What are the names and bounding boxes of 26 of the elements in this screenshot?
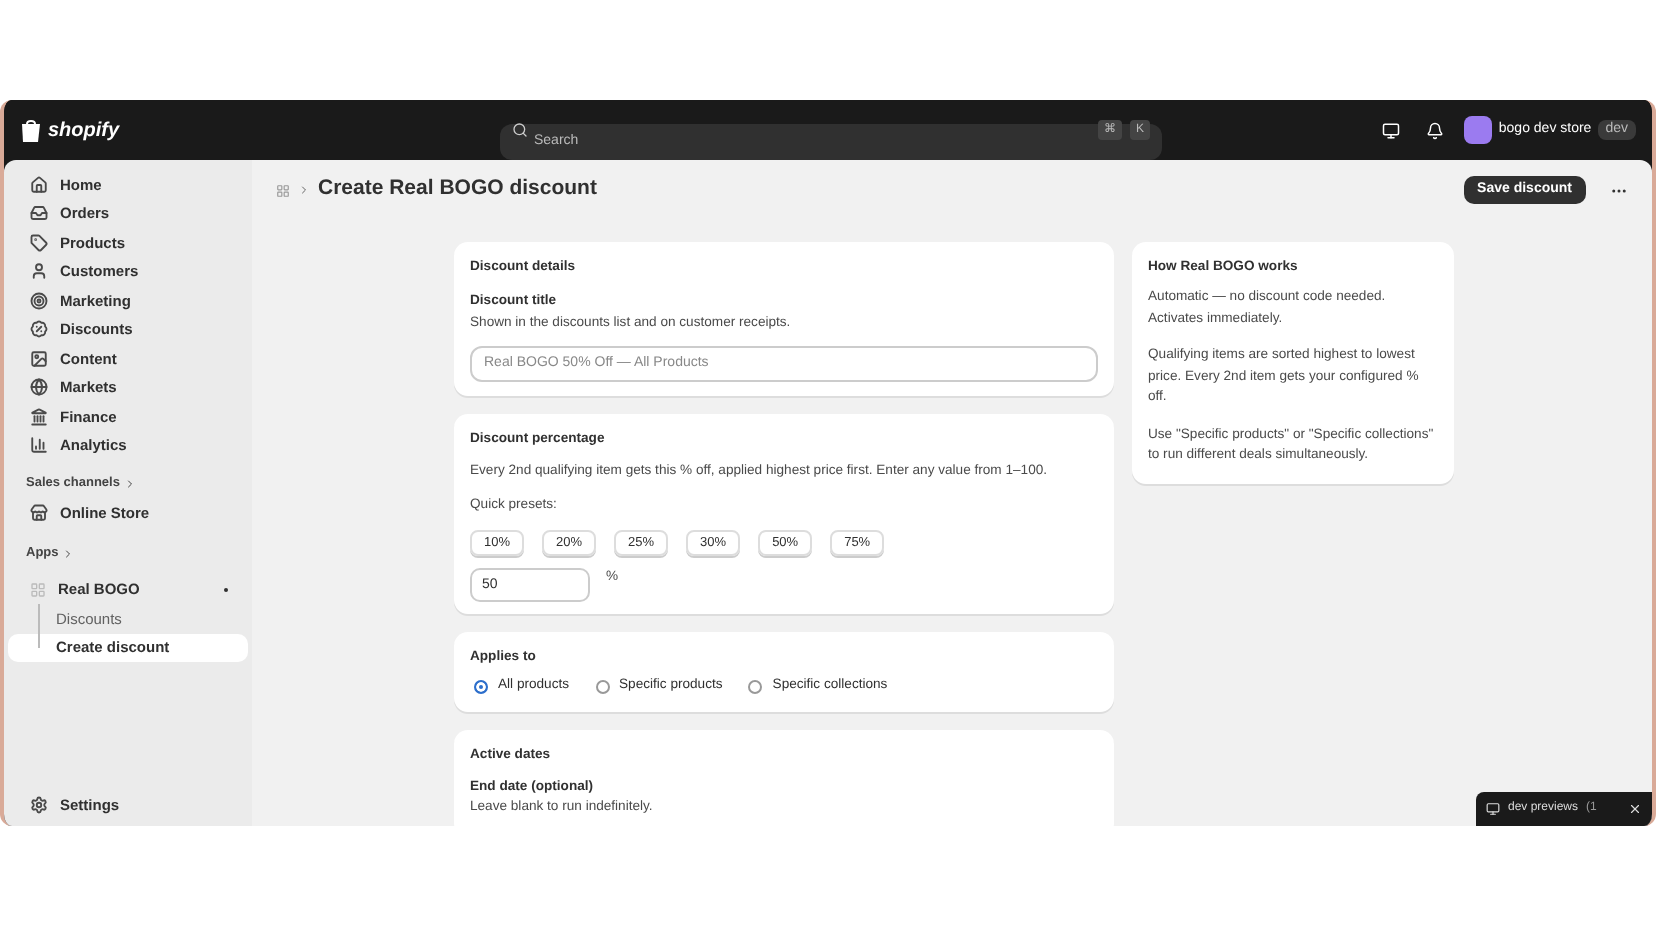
logo-text: shopify [48,117,120,145]
nav-icon [30,407,48,426]
nav-icon [30,378,48,397]
bag-logo-icon [20,118,42,142]
nav-icon [30,436,48,455]
monitor-icon[interactable] [1382,121,1401,139]
app-icon [30,581,46,598]
store-avatar[interactable] [1464,116,1493,144]
chevron-icon [298,184,310,196]
nav-icon [30,262,48,281]
preview-icon [1486,802,1500,816]
notification-icon[interactable] [1426,121,1445,139]
nav-icon [30,349,48,368]
chevron-icon [62,547,75,559]
nav-icon [30,175,48,194]
search-icon [512,122,528,138]
chevron-icon [123,478,136,490]
apps-icon [276,183,290,197]
nav-icon [30,233,48,252]
nav-icon [30,320,48,339]
nav-icon [30,204,48,223]
nav-icon [30,291,48,310]
close-icon[interactable] [1628,802,1642,816]
page-title: Create Real BOGO discount [318,174,599,205]
nav-icon [30,503,48,522]
nav-icon [30,796,48,815]
